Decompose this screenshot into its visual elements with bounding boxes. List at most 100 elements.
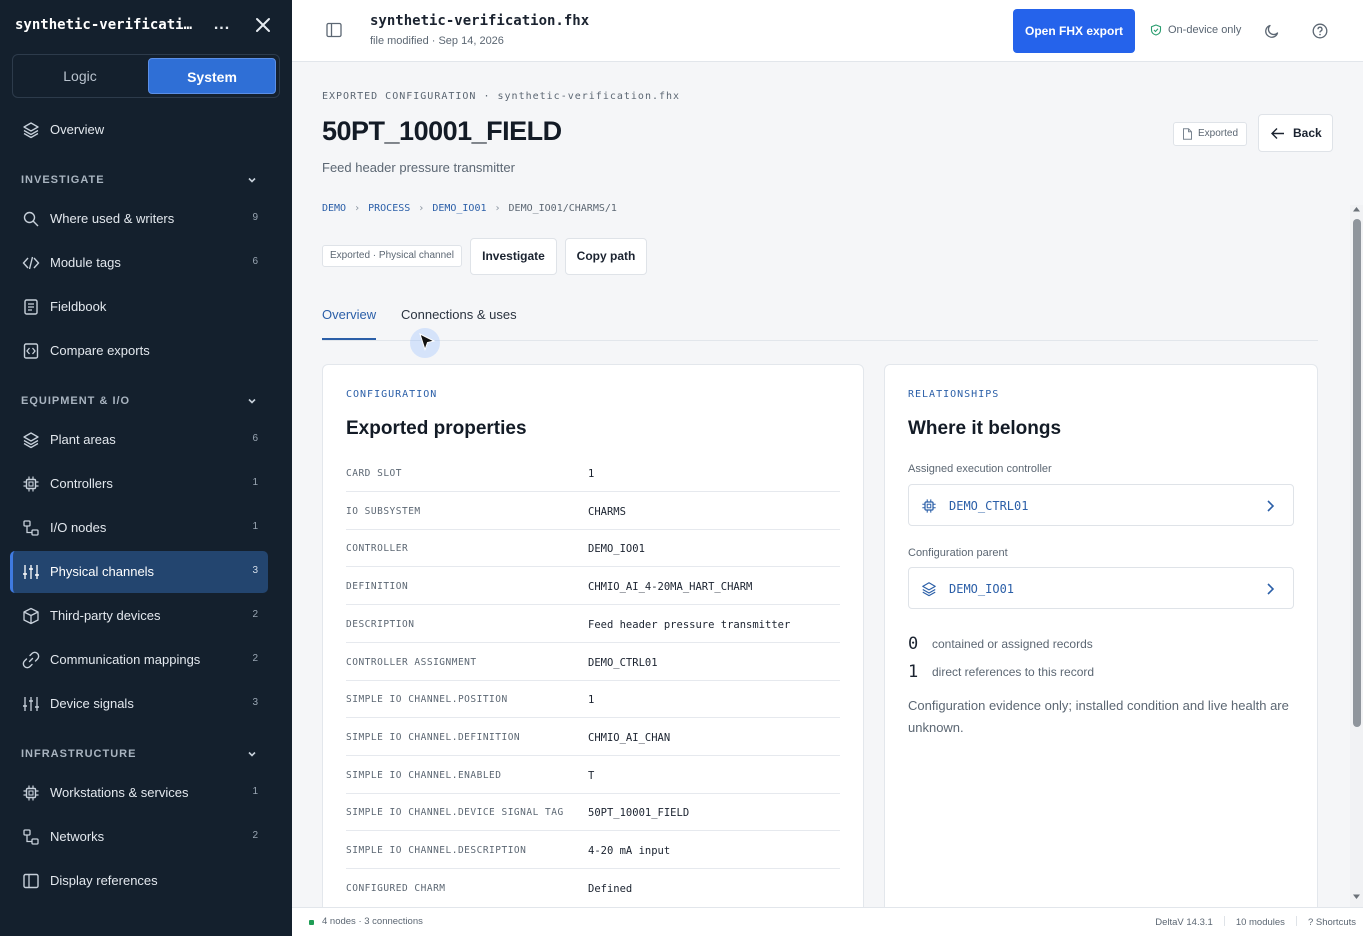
count-badge: 1 — [252, 521, 258, 532]
sidebar-item-label: Fieldbook — [50, 299, 107, 314]
logic-tab[interactable]: Logic — [16, 58, 144, 94]
breadcrumb-separator: › — [494, 203, 501, 214]
graph-summary: 4 nodes · 3 connections — [322, 916, 423, 927]
sidebar-item-workstations[interactable]: Workstations & services 1 — [10, 772, 268, 814]
card-title: Where it belongs — [908, 418, 1062, 439]
nodes-icon — [23, 829, 39, 845]
sidebar-item-label: Module tags — [50, 255, 121, 270]
sidebar-item-networks[interactable]: Networks 2 — [10, 816, 268, 858]
chevron-down-icon[interactable] — [246, 395, 258, 407]
property-value: Feed header pressure transmitter — [588, 619, 791, 631]
chevron-down-icon[interactable] — [246, 748, 258, 760]
breadcrumb-separator: › — [354, 203, 361, 214]
tab-connections-uses[interactable]: Connections & uses — [401, 307, 517, 322]
count-badge: 1 — [252, 477, 258, 488]
tab-overview[interactable]: Overview — [322, 307, 376, 322]
property-row: CARD SLOT 1 — [346, 454, 840, 492]
box-icon — [23, 607, 39, 625]
count-badge: 9 — [252, 212, 258, 223]
breadcrumb-link-process[interactable]: PROCESS — [368, 203, 410, 214]
property-row: SIMPLE IO CHANNEL.DEFINITION CHMIO_AI_CHA… — [346, 718, 840, 756]
shortcuts-button[interactable]: ? Shortcuts — [1308, 917, 1356, 928]
more-options-button[interactable]: ... — [208, 13, 236, 37]
active-tab-indicator — [322, 338, 376, 340]
view-mode-toggle: Logic System — [12, 54, 280, 98]
controller-value: DEMO_CTRL01 — [949, 499, 1029, 513]
sidebar-item-compare-exports[interactable]: Compare exports — [10, 330, 268, 372]
count-badge: 2 — [252, 609, 258, 620]
section-investigate-header[interactable]: INVESTIGATE — [21, 174, 105, 186]
sidebar-item-third-party-devices[interactable]: Third-party devices 2 — [10, 595, 268, 637]
layers-icon — [23, 432, 39, 449]
sidebar-item-display-references[interactable]: Display references — [10, 860, 268, 902]
section-infrastructure-header[interactable]: INFRASTRUCTURE — [21, 748, 136, 760]
back-button[interactable]: Back — [1258, 114, 1333, 152]
privacy-badge-label: On-device only — [1168, 24, 1242, 36]
chevron-right-icon — [1267, 583, 1275, 595]
parent-label: Configuration parent — [908, 547, 1008, 559]
sidebar-item-label: Where used & writers — [50, 211, 175, 226]
file-name: synthetic-verification.fhx — [370, 13, 590, 29]
breadcrumb-current: DEMO_IO01/CHARMS/1 — [508, 203, 617, 214]
sliders-icon — [23, 565, 39, 579]
property-value: 50PT_10001_FIELD — [588, 807, 690, 819]
project-title: synthetic-verification.fhx — [15, 17, 200, 33]
breadcrumb-link-io01[interactable]: DEMO_IO01 — [432, 203, 486, 214]
help-icon[interactable] — [1312, 23, 1328, 39]
open-fhx-export-button[interactable]: Open FHX export — [1013, 9, 1135, 53]
scroll-down-icon[interactable] — [1352, 893, 1361, 901]
property-key: SIMPLE IO CHANNEL.DEVICE SIGNAL TAG — [346, 807, 564, 818]
property-row: DESCRIPTION Feed header pressure transmit… — [346, 605, 840, 643]
version-label: DeltaV 14.3.1 — [1155, 917, 1213, 928]
sidebar-item-where-used[interactable]: Where used & writers 9 — [10, 198, 268, 240]
copy-path-button[interactable]: Copy path — [565, 238, 647, 275]
system-tab[interactable]: System — [148, 58, 276, 94]
parent-value: DEMO_IO01 — [949, 582, 1015, 596]
sidebar-item-device-signals[interactable]: Device signals 3 — [10, 683, 268, 725]
scrollbar-thumb[interactable] — [1353, 219, 1361, 727]
sidebar-item-communication-mappings[interactable]: Communication mappings 2 — [10, 639, 268, 681]
property-value: 1 — [588, 468, 595, 480]
parent-link[interactable]: DEMO_IO01 — [908, 567, 1294, 609]
sidebar-toggle-icon[interactable] — [326, 22, 342, 38]
count-badge: 1 — [252, 786, 258, 797]
sidebar-item-plant-areas[interactable]: Plant areas 6 — [10, 419, 268, 461]
property-key: IO SUBSYSTEM — [346, 506, 421, 517]
investigate-button[interactable]: Investigate — [470, 238, 557, 275]
property-value: CHMIO_AI_CHAN — [588, 732, 671, 744]
moon-icon[interactable] — [1264, 23, 1280, 39]
sidebar-item-io-nodes[interactable]: I/O nodes 1 — [10, 507, 268, 549]
layers-icon — [23, 122, 39, 139]
status-right-group: DeltaV 14.3.1 10 modules ? Shortcuts — [1144, 916, 1356, 928]
property-value: CHARMS — [588, 506, 626, 518]
main-content: EXPORTED CONFIGURATION · synthetic-verif… — [292, 62, 1350, 907]
property-value: T — [588, 770, 595, 782]
sidebar-item-overview[interactable]: Overview — [10, 109, 268, 151]
property-key: CONTROLLER ASSIGNMENT — [346, 657, 477, 668]
property-value: 4-20 mA input — [588, 845, 671, 857]
close-icon[interactable] — [252, 14, 274, 36]
scroll-up-icon[interactable] — [1352, 205, 1361, 213]
sidebar-item-label: Workstations & services — [50, 785, 189, 800]
sidebar-item-label: Third-party devices — [50, 608, 161, 623]
sidebar-item-physical-channels[interactable]: Physical channels 3 — [10, 551, 268, 593]
property-key: CARD SLOT — [346, 468, 402, 479]
nodes-icon — [23, 520, 39, 536]
vertical-scrollbar[interactable] — [1350, 205, 1363, 907]
property-row: SIMPLE IO CHANNEL.POSITION 1 — [346, 680, 840, 718]
section-equipment-header[interactable]: EQUIPMENT & I/O — [21, 395, 130, 407]
breadcrumb-link-demo[interactable]: DEMO — [322, 203, 346, 214]
sidebar-item-fieldbook[interactable]: Fieldbook — [10, 286, 268, 328]
sidebar-item-label: Communication mappings — [50, 652, 201, 667]
controller-link[interactable]: DEMO_CTRL01 — [908, 484, 1294, 526]
divider — [1223, 916, 1225, 926]
link-icon — [22, 651, 40, 669]
property-row: CONTROLLER ASSIGNMENT DEMO_CTRL01 — [346, 643, 840, 681]
count-badge: 6 — [252, 433, 258, 444]
status-bar: 4 nodes · 3 connections DeltaV 14.3.1 10 … — [292, 907, 1363, 936]
sidebar-item-controllers[interactable]: Controllers 1 — [10, 463, 268, 505]
chevron-down-icon[interactable] — [246, 174, 258, 186]
chip-icon — [922, 499, 936, 513]
sidebar-item-module-tags[interactable]: Module tags 6 — [10, 242, 268, 284]
layers-icon — [922, 582, 936, 597]
